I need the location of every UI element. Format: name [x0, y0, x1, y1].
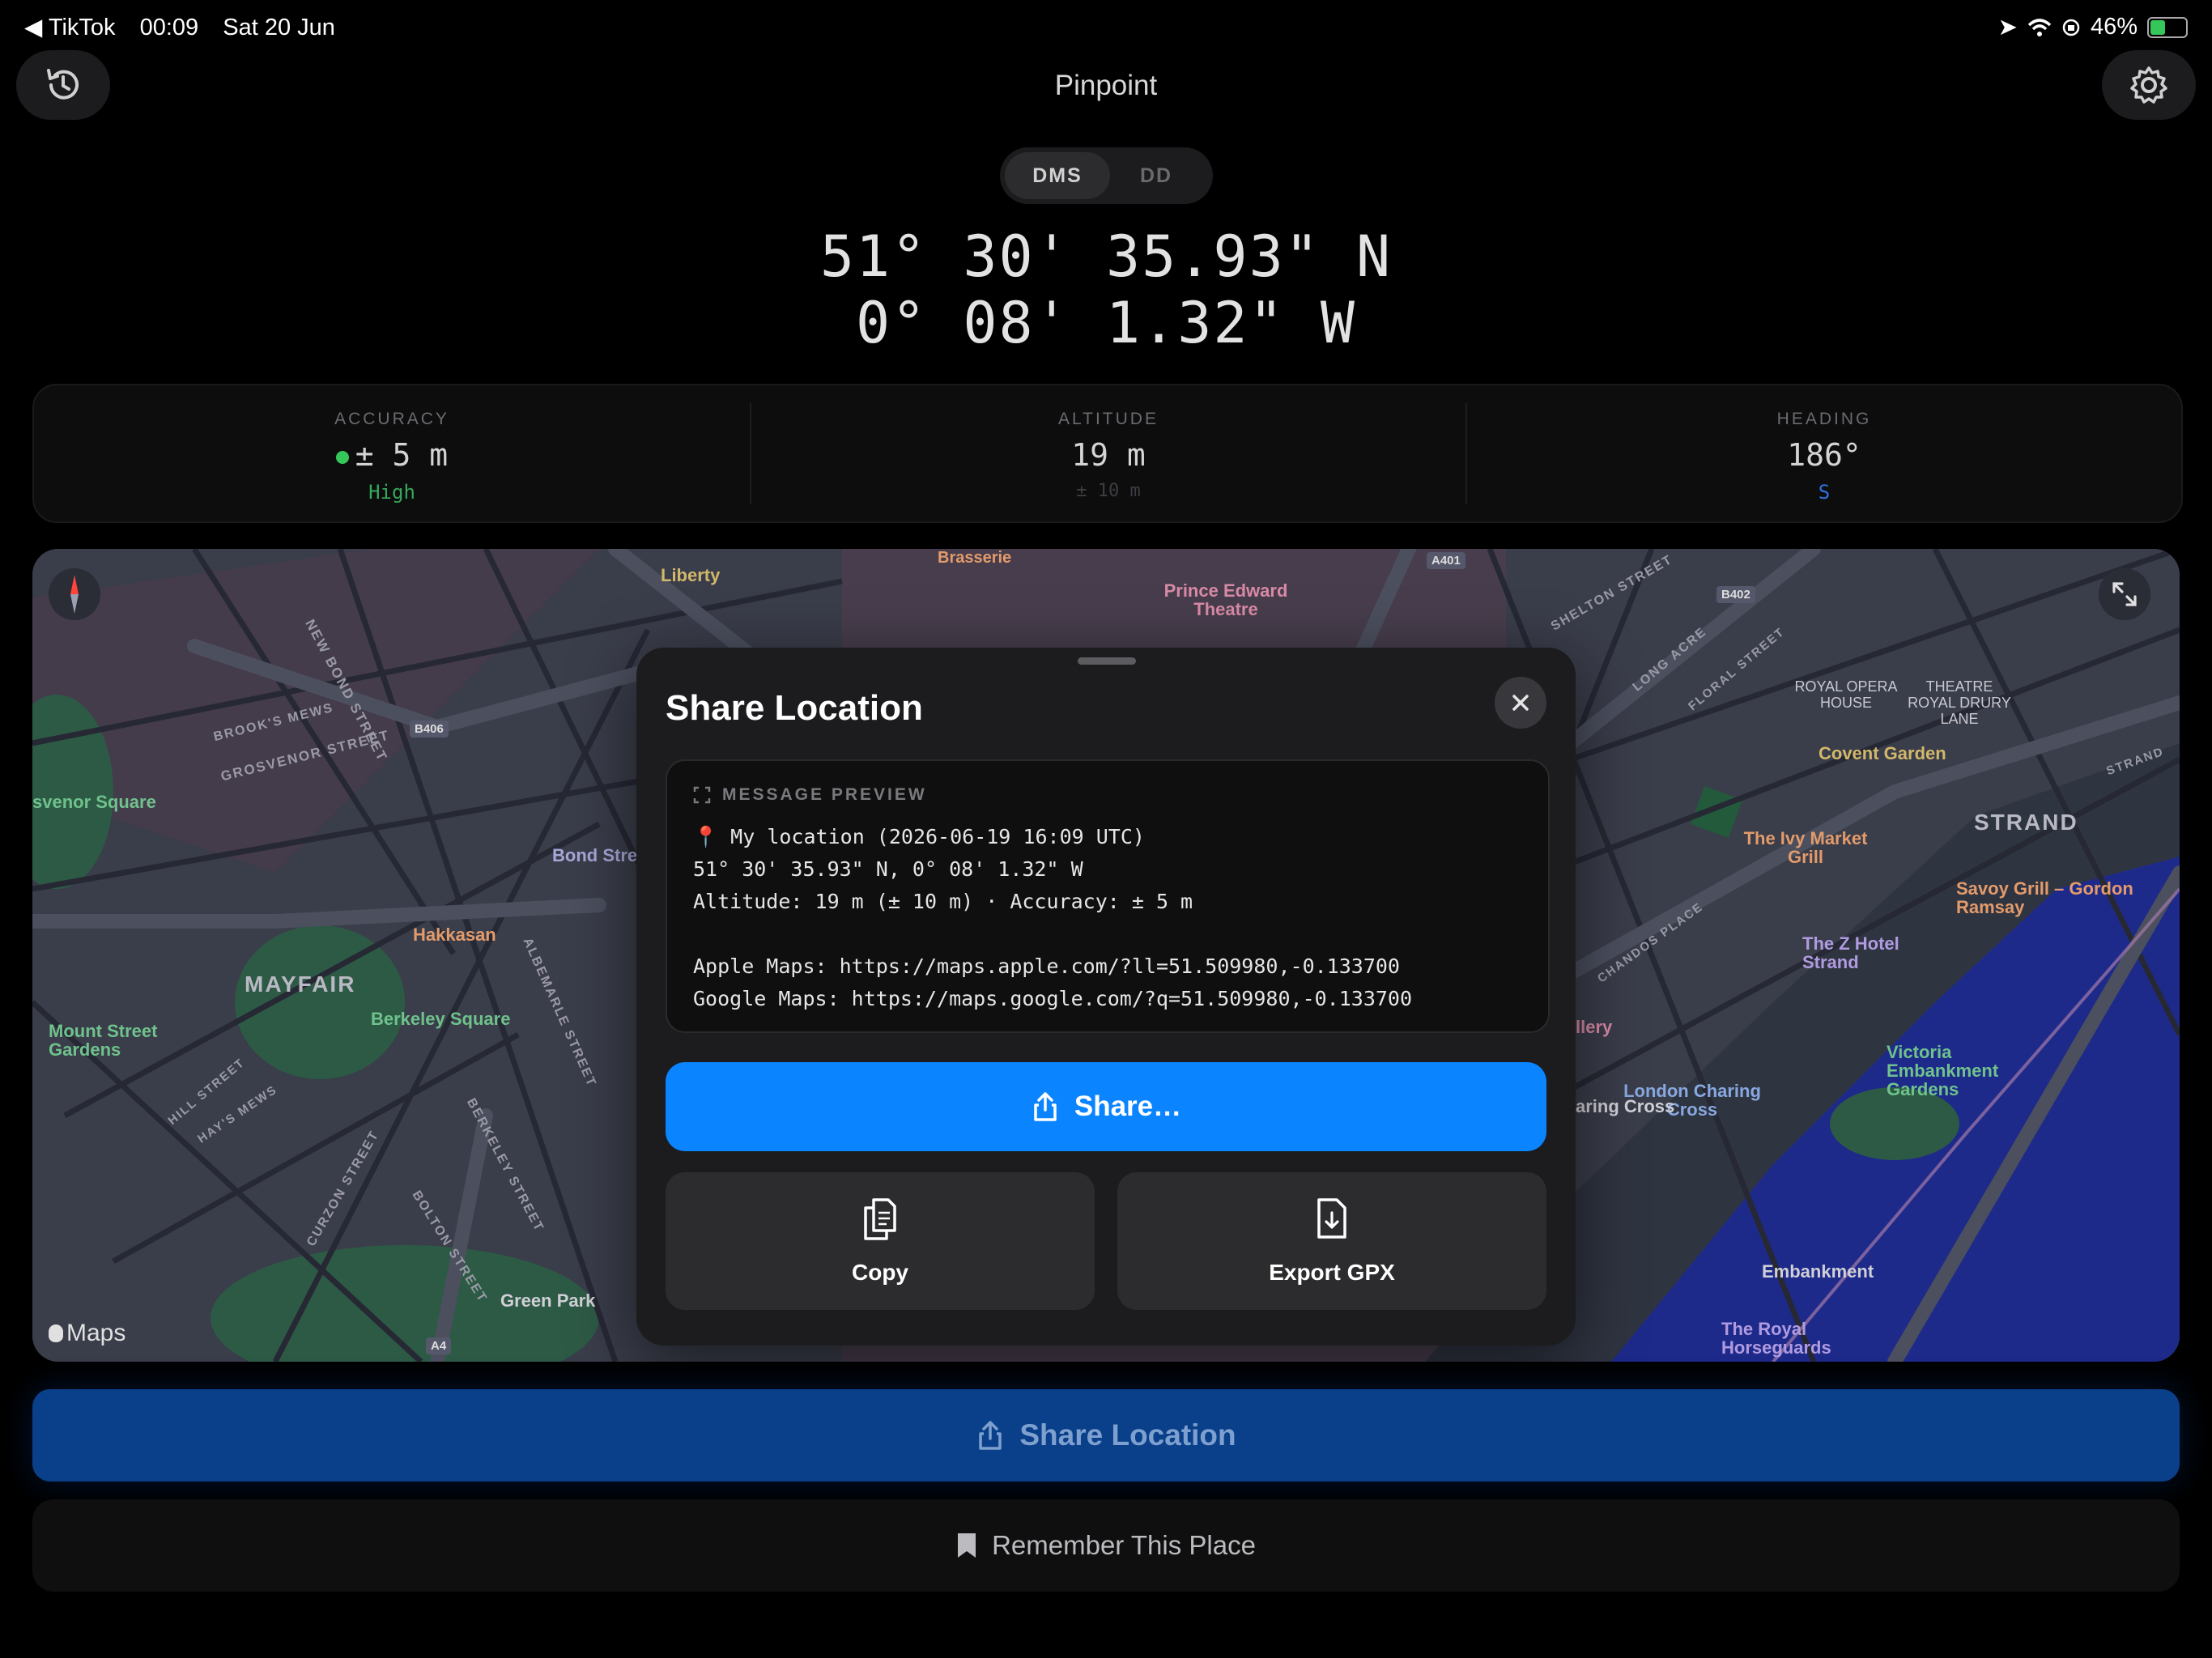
battery-icon: [2147, 16, 2188, 38]
sheet-title: Share Location: [666, 688, 923, 728]
map-label-z-hotel[interactable]: The Z Hotel Strand: [1802, 934, 1940, 971]
share-button[interactable]: Share…: [666, 1062, 1546, 1151]
stats-panel: ACCURACY ± 5 m High ALTITUDE 19 m ± 10 m…: [32, 384, 2183, 523]
map-label-royal-opera[interactable]: ROYAL OPERA HOUSE: [1781, 678, 1911, 711]
battery-percent: 46%: [2090, 14, 2138, 40]
map-label-gallery: llery: [1576, 1017, 1613, 1037]
accuracy-quality: High: [368, 481, 415, 504]
tab-dd[interactable]: DD: [1104, 152, 1209, 199]
accuracy-dot-icon: [335, 450, 349, 464]
share-location-button[interactable]: Share Location: [32, 1389, 2180, 1482]
map-label-covent-garden[interactable]: Covent Garden: [1819, 743, 1946, 764]
heading-direction: S: [1818, 481, 1831, 504]
map-label-grosvenor-square: svenor Square: [32, 792, 156, 812]
compass-icon: [70, 575, 79, 614]
map-label-theatre-royal[interactable]: THEATRE ROYAL DRURY LANE: [1903, 678, 2016, 727]
accuracy-value: ± 5 m: [355, 437, 449, 473]
map-label-prince-edward[interactable]: Prince Edward Theatre: [1145, 581, 1307, 619]
map-label-strand: STRAND: [1974, 810, 2078, 835]
road-shield-a401: A401: [1427, 552, 1465, 569]
map-compass-button[interactable]: [49, 568, 100, 620]
export-gpx-label: Export GPX: [1269, 1260, 1395, 1285]
location-arrow-icon: ➤: [1997, 15, 2018, 40]
road-shield-b406: B406: [410, 721, 449, 738]
copy-button[interactable]: Copy: [666, 1172, 1095, 1310]
message-preview: MESSAGE PREVIEW 📍 My location (2026-06-1…: [666, 759, 1550, 1033]
apple-logo-icon: [49, 1324, 63, 1342]
copy-icon: [864, 1198, 896, 1240]
map-label-ivy[interactable]: The Ivy Market Grill: [1741, 829, 1870, 866]
longitude-readout: 0° 08' 1.32" W: [855, 290, 1356, 356]
map-label-bond-street[interactable]: Bond Stre: [552, 845, 637, 866]
road-shield-a4: A4: [426, 1337, 452, 1354]
gear-icon: [2130, 66, 2167, 104]
heading-stat: HEADING 186° S: [1467, 385, 2181, 521]
preview-label: MESSAGE PREVIEW: [722, 785, 927, 804]
heading-label: HEADING: [1776, 410, 1872, 428]
share-icon: [1034, 1092, 1057, 1121]
close-button[interactable]: [1495, 677, 1546, 729]
map-label-berkeley-square[interactable]: Berkeley Square: [371, 1009, 510, 1030]
map-label-hakkasan[interactable]: Hakkasan: [413, 925, 496, 946]
heading-value: 186°: [1787, 437, 1861, 473]
preview-message: 📍 My location (2026-06-19 16:09 UTC) 51°…: [693, 825, 1413, 1010]
status-date: Sat 20 Jun: [223, 15, 335, 40]
map-expand-button[interactable]: [2099, 568, 2150, 620]
map-label-brasserie: Brasserie: [938, 549, 1012, 567]
page-title: Pinpoint: [1054, 70, 1158, 101]
status-time: 00:09: [139, 15, 199, 40]
map-label-horseguards[interactable]: The Royal Horseguards: [1721, 1320, 1883, 1357]
map-label-liberty[interactable]: Liberty: [661, 565, 720, 586]
bookmark-icon: [958, 1533, 976, 1558]
copy-label: Copy: [852, 1260, 908, 1285]
preview-frame-icon: [693, 786, 711, 804]
maps-attribution[interactable]: Maps: [49, 1320, 125, 1347]
format-toggle: DMS DD: [1000, 147, 1213, 204]
status-bar: ◀ TikTok 00:09 Sat 20 Jun ➤ 46%: [24, 10, 2188, 42]
close-icon: [1512, 695, 1529, 711]
latitude-readout: 51° 30' 35.93" N: [819, 223, 1393, 290]
road-shield-b402: B402: [1716, 586, 1755, 603]
altitude-label: ALTITUDE: [1058, 410, 1159, 428]
remember-place-button[interactable]: Remember This Place: [32, 1499, 2180, 1592]
share-icon: [979, 1421, 1002, 1450]
back-to-app-link[interactable]: ◀ TikTok: [24, 15, 116, 40]
share-button-label: Share…: [1074, 1090, 1182, 1122]
settings-button[interactable]: [2102, 50, 2196, 120]
orientation-lock-icon: [2062, 19, 2080, 36]
export-file-icon: [1317, 1198, 1346, 1239]
map-label-victoria-embankment[interactable]: Victoria Embankment Gardens: [1887, 1043, 2040, 1099]
accuracy-stat: ACCURACY ± 5 m High: [34, 385, 750, 521]
map-label-charing-cross: aring Cross: [1576, 1096, 1675, 1116]
map-label-mount-street[interactable]: Mount Street Gardens: [49, 1022, 178, 1059]
tab-dms[interactable]: DMS: [1005, 152, 1110, 199]
wifi-icon: [2027, 18, 2052, 36]
share-location-label: Share Location: [1019, 1418, 1236, 1452]
altitude-accuracy: ± 10 m: [1076, 481, 1141, 501]
share-location-sheet: Share Location MESSAGE PREVIEW 📍 My loca…: [636, 648, 1576, 1346]
export-gpx-button[interactable]: Export GPX: [1117, 1172, 1546, 1310]
altitude-stat: ALTITUDE 19 m ± 10 m: [751, 385, 1465, 521]
map-label-green-park[interactable]: Green Park: [500, 1290, 595, 1312]
expand-icon: [2112, 582, 2137, 606]
map-label-savoy[interactable]: Savoy Grill – Gordon Ramsay: [1956, 879, 2150, 916]
map-label-mayfair: MAYFAIR: [245, 971, 356, 997]
remember-place-label: Remember This Place: [992, 1530, 1256, 1560]
sheet-grabber[interactable]: [1078, 657, 1136, 665]
map-label-embankment[interactable]: Embankment: [1762, 1261, 1874, 1282]
accuracy-label: ACCURACY: [334, 410, 449, 428]
altitude-value: 19 m: [1071, 437, 1146, 473]
